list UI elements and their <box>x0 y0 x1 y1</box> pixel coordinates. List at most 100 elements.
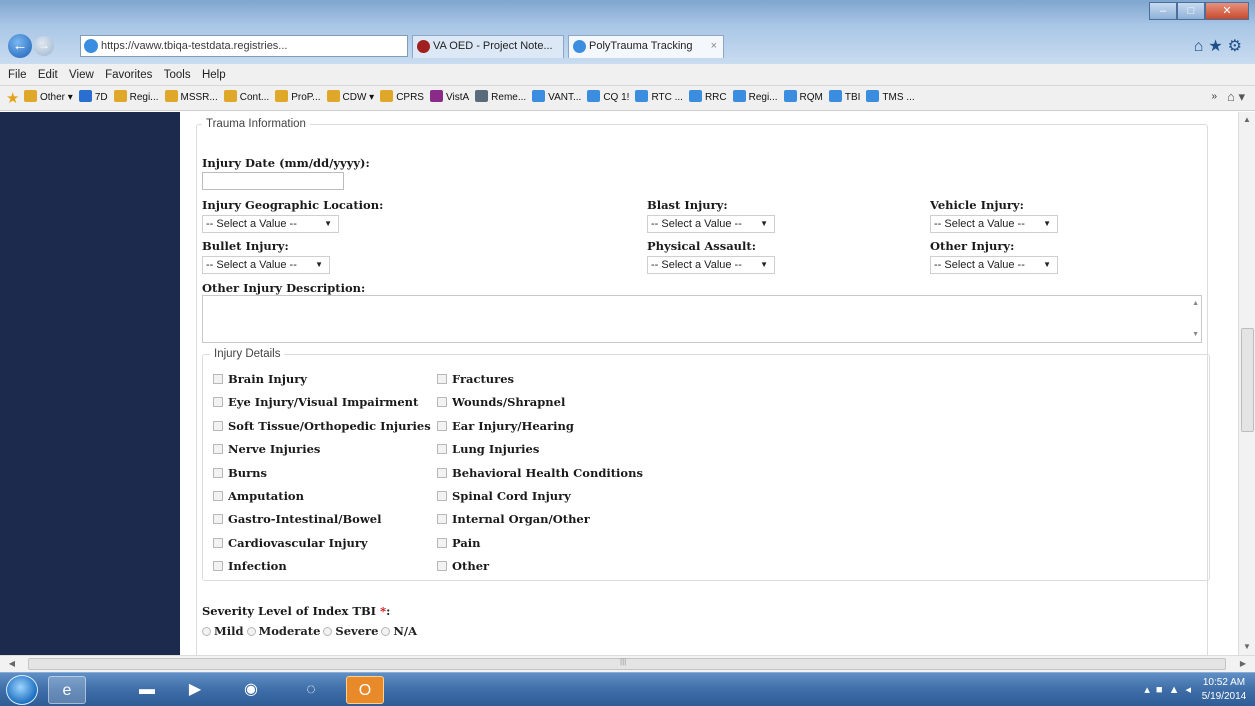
favorite-item[interactable]: Regi... <box>113 86 159 110</box>
favorite-item[interactable]: VANT... <box>532 86 581 110</box>
physical-assault-select[interactable]: -- Select a Value -- ▼ <box>647 256 775 274</box>
injury-detail-checkbox[interactable]: Pain <box>437 536 481 550</box>
injury-detail-checkbox[interactable]: Nerve Injuries <box>213 442 320 456</box>
close-window-button[interactable]: ✕ <box>1205 2 1249 20</box>
checkbox-icon[interactable] <box>213 467 223 478</box>
tray-app-icon[interactable]: ■ <box>1156 684 1169 696</box>
checkbox-icon[interactable] <box>213 397 223 408</box>
injury-detail-checkbox[interactable]: Other <box>437 559 489 573</box>
mouse-taskbar-icon[interactable]: ◌ <box>292 676 330 704</box>
radio-icon[interactable] <box>202 627 211 636</box>
tab-va-oed[interactable]: VA OED - Project Note... <box>412 35 564 58</box>
checkbox-icon[interactable] <box>213 374 223 384</box>
scroll-down-arrow-icon[interactable]: ▼ <box>1239 639 1255 655</box>
checkbox-icon[interactable] <box>213 491 223 501</box>
checkbox-icon[interactable] <box>437 397 447 408</box>
injury-detail-checkbox[interactable]: Cardiovascular Injury <box>213 536 368 550</box>
home-dropdown-icon[interactable]: ⌂ ▾ <box>1227 89 1245 105</box>
severity-radio-option[interactable]: Severe <box>323 624 378 638</box>
favorite-item[interactable]: Regi... <box>732 86 778 110</box>
vertical-scrollbar[interactable]: ▲ ▼ <box>1238 112 1255 655</box>
tray-expand-icon[interactable]: ▴ <box>1144 684 1156 696</box>
injury-detail-checkbox[interactable]: Gastro-Intestinal/Bowel <box>213 512 381 526</box>
back-button[interactable]: ← <box>8 34 32 58</box>
severity-radio-option[interactable]: Moderate <box>246 624 320 638</box>
injury-detail-checkbox[interactable]: Soft Tissue/Orthopedic Injuries <box>213 419 431 433</box>
favorite-item[interactable]: RRC <box>688 86 727 110</box>
menu-view[interactable]: View <box>65 64 98 86</box>
menu-file[interactable]: File <box>0 64 31 86</box>
other-injury-select[interactable]: -- Select a Value -- ▼ <box>930 256 1058 274</box>
favorite-item[interactable]: VistA <box>429 86 469 110</box>
injury-detail-checkbox[interactable]: Eye Injury/Visual Impairment <box>213 395 418 409</box>
forward-button[interactable]: → <box>34 36 54 56</box>
menu-edit[interactable]: Edit <box>34 64 62 86</box>
scroll-left-arrow-icon[interactable]: ◀ <box>4 656 20 672</box>
vertical-scroll-thumb[interactable] <box>1241 328 1254 432</box>
injury-detail-checkbox[interactable]: Ear Injury/Hearing <box>437 419 574 433</box>
favorites-star-icon[interactable]: ★ <box>1208 38 1227 55</box>
geo-location-select[interactable]: -- Select a Value -- ▼ <box>202 215 339 233</box>
internet-explorer-taskbar-icon[interactable]: e <box>48 676 86 704</box>
favorite-item[interactable]: CPRS <box>380 86 424 110</box>
maximize-button[interactable]: □ <box>1177 2 1205 20</box>
horizontal-scrollbar[interactable]: ◀ ||| ▶ <box>0 655 1255 672</box>
injury-detail-checkbox[interactable]: Spinal Cord Injury <box>437 489 571 503</box>
vehicle-injury-select[interactable]: -- Select a Value -- ▼ <box>930 215 1058 233</box>
favorite-item[interactable]: TMS ... <box>866 86 915 110</box>
favorite-item[interactable]: ProP... <box>275 86 321 110</box>
favorite-item[interactable]: 7D <box>78 86 108 110</box>
favorite-item[interactable]: CQ 1! <box>587 86 629 110</box>
menu-favorites[interactable]: Favorites <box>101 64 156 86</box>
severity-radio-option[interactable]: N/A <box>381 624 417 638</box>
radio-icon[interactable] <box>246 627 256 636</box>
injury-detail-checkbox[interactable]: Burns <box>213 466 267 480</box>
scroll-up-arrow-icon[interactable]: ▲ <box>1239 112 1255 128</box>
checkbox-icon[interactable] <box>213 420 223 431</box>
bullet-injury-select[interactable]: -- Select a Value -- ▼ <box>202 256 330 274</box>
horizontal-scroll-thumb[interactable] <box>28 658 1226 670</box>
gear-icon[interactable]: ⚙ <box>1228 38 1247 55</box>
checkbox-icon[interactable] <box>213 537 223 548</box>
scroll-down-icon[interactable]: ▼ <box>1192 331 1199 338</box>
favorite-item[interactable]: Cont... <box>223 86 269 110</box>
injury-detail-checkbox[interactable]: Amputation <box>213 489 304 503</box>
injury-detail-checkbox[interactable]: Fractures <box>437 372 514 386</box>
file-explorer-taskbar-icon[interactable]: ▬ <box>128 676 166 704</box>
injury-detail-checkbox[interactable]: Infection <box>213 559 287 573</box>
checkbox-icon[interactable] <box>437 537 447 548</box>
tab-close-icon[interactable]: × <box>711 36 717 57</box>
chrome-taskbar-icon[interactable]: ◉ <box>232 676 270 704</box>
favorite-item[interactable]: RQM <box>783 86 823 110</box>
injury-detail-checkbox[interactable]: Wounds/Shrapnel <box>437 395 565 409</box>
volume-icon[interactable]: ◂ <box>1185 684 1197 696</box>
checkbox-icon[interactable] <box>437 420 447 431</box>
minimize-button[interactable]: – <box>1149 2 1177 20</box>
home-icon[interactable]: ⌂ <box>1194 38 1209 55</box>
favorites-overflow[interactable]: » <box>1211 86 1217 108</box>
checkbox-icon[interactable] <box>437 374 447 384</box>
injury-detail-checkbox[interactable]: Lung Injuries <box>437 442 539 456</box>
menu-help[interactable]: Help <box>198 64 230 86</box>
favorite-item[interactable]: MSSR... <box>164 86 218 110</box>
media-player-taskbar-icon[interactable]: ▶ <box>176 676 214 704</box>
blast-injury-select[interactable]: -- Select a Value -- ▼ <box>647 215 775 233</box>
favorite-item[interactable]: Reme... <box>475 86 526 110</box>
menu-tools[interactable]: Tools <box>160 64 195 86</box>
scroll-up-icon[interactable]: ▲ <box>1192 300 1199 307</box>
start-button[interactable] <box>6 675 38 705</box>
checkbox-icon[interactable] <box>213 514 223 525</box>
clock[interactable]: 10:52 AM 5/19/2014 <box>1199 676 1249 704</box>
favorite-item[interactable]: TBI <box>828 86 860 110</box>
injury-detail-checkbox[interactable]: Internal Organ/Other <box>437 512 590 526</box>
injury-detail-checkbox[interactable]: Brain Injury <box>213 372 307 386</box>
radio-icon[interactable] <box>381 627 391 636</box>
favorite-item[interactable]: CDW ▾ <box>326 86 374 110</box>
network-icon[interactable]: ▲ <box>1169 684 1186 696</box>
checkbox-icon[interactable] <box>437 514 447 525</box>
checkbox-icon[interactable] <box>437 444 447 455</box>
favorite-item[interactable]: Other ▾ <box>24 86 73 110</box>
checkbox-icon[interactable] <box>213 444 223 455</box>
address-bar[interactable]: https://vaww.tbiqa-testdata.registries..… <box>80 35 408 57</box>
checkbox-icon[interactable] <box>437 467 447 478</box>
